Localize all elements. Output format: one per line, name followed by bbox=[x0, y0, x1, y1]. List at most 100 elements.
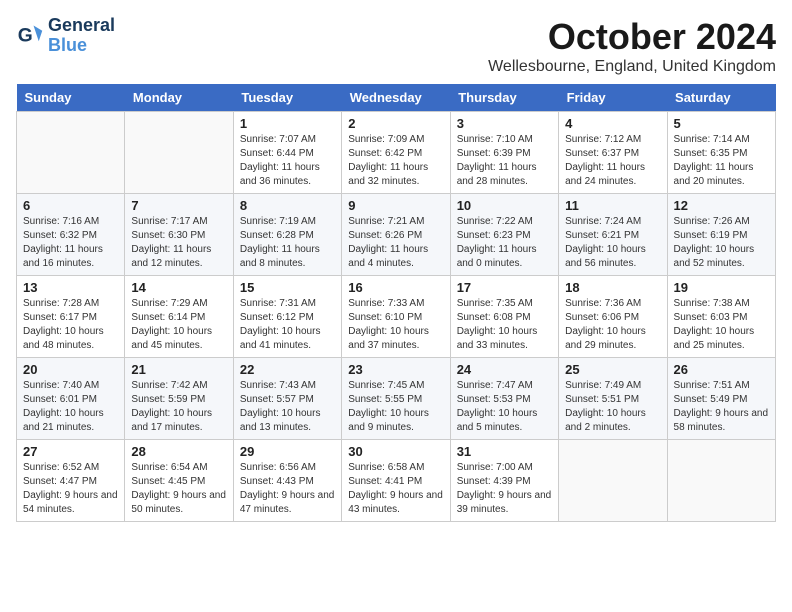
weekday-header-sunday: Sunday bbox=[17, 84, 125, 112]
day-cell: 29 Sunrise: 6:56 AM Sunset: 4:43 PM Dayli… bbox=[233, 440, 341, 522]
day-info: Sunrise: 7:43 AM Sunset: 5:57 PM Dayligh… bbox=[240, 379, 335, 435]
day-cell: 12 Sunrise: 7:26 AM Sunset: 6:19 PM Dayli… bbox=[667, 194, 775, 276]
day-info: Sunrise: 7:36 AM Sunset: 6:06 PM Dayligh… bbox=[565, 297, 660, 353]
weekday-header-thursday: Thursday bbox=[450, 84, 558, 112]
day-info: Sunrise: 7:51 AM Sunset: 5:49 PM Dayligh… bbox=[674, 379, 769, 435]
day-cell: 19Sunrise: 7:38 AM Sunset: 6:03 PM Dayli… bbox=[667, 276, 775, 358]
day-number: 2 bbox=[348, 116, 443, 131]
day-info: Sunrise: 7:49 AM Sunset: 5:51 PM Dayligh… bbox=[565, 379, 660, 435]
day-number: 22 bbox=[240, 362, 335, 377]
day-info: Sunrise: 7:09 AM Sunset: 6:42 PM Dayligh… bbox=[348, 133, 443, 189]
day-cell bbox=[559, 440, 667, 522]
weekday-header-saturday: Saturday bbox=[667, 84, 775, 112]
day-number: 17 bbox=[457, 280, 552, 295]
day-info: Sunrise: 7:07 AM Sunset: 6:44 PM Dayligh… bbox=[240, 133, 335, 189]
day-number: 25 bbox=[565, 362, 660, 377]
day-cell: 28 Sunrise: 6:54 AM Sunset: 4:45 PM Dayli… bbox=[125, 440, 233, 522]
calendar-table: SundayMondayTuesdayWednesdayThursdayFrid… bbox=[16, 84, 776, 522]
weekday-header-tuesday: Tuesday bbox=[233, 84, 341, 112]
day-number: 4 bbox=[565, 116, 660, 131]
logo-text: General Blue bbox=[48, 16, 115, 56]
week-row-1: 1 Sunrise: 7:07 AM Sunset: 6:44 PM Daylig… bbox=[17, 112, 776, 194]
day-number: 24 bbox=[457, 362, 552, 377]
day-number: 6 bbox=[23, 198, 118, 213]
day-cell: 4 Sunrise: 7:12 AM Sunset: 6:37 PM Daylig… bbox=[559, 112, 667, 194]
day-cell: 26 Sunrise: 7:51 AM Sunset: 5:49 PM Dayli… bbox=[667, 358, 775, 440]
day-info: Sunrise: 7:16 AM Sunset: 6:32 PM Dayligh… bbox=[23, 215, 118, 271]
week-row-2: 6 Sunrise: 7:16 AM Sunset: 6:32 PM Daylig… bbox=[17, 194, 776, 276]
day-number: 23 bbox=[348, 362, 443, 377]
day-info: Sunrise: 7:19 AM Sunset: 6:28 PM Dayligh… bbox=[240, 215, 335, 271]
day-cell: 22 Sunrise: 7:43 AM Sunset: 5:57 PM Dayli… bbox=[233, 358, 341, 440]
day-cell: 5Sunrise: 7:14 AM Sunset: 6:35 PM Daylig… bbox=[667, 112, 775, 194]
weekday-header-monday: Monday bbox=[125, 84, 233, 112]
day-cell: 17Sunrise: 7:35 AM Sunset: 6:08 PM Dayli… bbox=[450, 276, 558, 358]
month-title: October 2024 bbox=[488, 16, 776, 58]
day-info: Sunrise: 7:22 AM Sunset: 6:23 PM Dayligh… bbox=[457, 215, 552, 271]
svg-text:G: G bbox=[18, 25, 33, 46]
day-cell: 13 Sunrise: 7:28 AM Sunset: 6:17 PM Dayli… bbox=[17, 276, 125, 358]
day-cell: 24Sunrise: 7:47 AM Sunset: 5:53 PM Dayli… bbox=[450, 358, 558, 440]
day-cell: 27 Sunrise: 6:52 AM Sunset: 4:47 PM Dayli… bbox=[17, 440, 125, 522]
day-info: Sunrise: 7:42 AM Sunset: 5:59 PM Dayligh… bbox=[131, 379, 226, 435]
weekday-header-row: SundayMondayTuesdayWednesdayThursdayFrid… bbox=[17, 84, 776, 112]
day-number: 21 bbox=[131, 362, 226, 377]
day-number: 29 bbox=[240, 444, 335, 459]
day-number: 15 bbox=[240, 280, 335, 295]
day-info: Sunrise: 7:10 AM Sunset: 6:39 PM Dayligh… bbox=[457, 133, 552, 189]
day-cell: 14Sunrise: 7:29 AM Sunset: 6:14 PM Dayli… bbox=[125, 276, 233, 358]
title-block: October 2024 Wellesbourne, England, Unit… bbox=[488, 16, 776, 76]
day-cell: 30 Sunrise: 6:58 AM Sunset: 4:41 PM Dayli… bbox=[342, 440, 450, 522]
day-info: Sunrise: 7:12 AM Sunset: 6:37 PM Dayligh… bbox=[565, 133, 660, 189]
day-info: Sunrise: 6:56 AM Sunset: 4:43 PM Dayligh… bbox=[240, 461, 335, 517]
day-number: 27 bbox=[23, 444, 118, 459]
day-number: 13 bbox=[23, 280, 118, 295]
day-number: 9 bbox=[348, 198, 443, 213]
weekday-header-friday: Friday bbox=[559, 84, 667, 112]
day-cell: 7Sunrise: 7:17 AM Sunset: 6:30 PM Daylig… bbox=[125, 194, 233, 276]
day-cell: 25 Sunrise: 7:49 AM Sunset: 5:51 PM Dayli… bbox=[559, 358, 667, 440]
day-number: 31 bbox=[457, 444, 552, 459]
day-cell: 1 Sunrise: 7:07 AM Sunset: 6:44 PM Daylig… bbox=[233, 112, 341, 194]
day-cell: 9 Sunrise: 7:21 AM Sunset: 6:26 PM Daylig… bbox=[342, 194, 450, 276]
day-number: 26 bbox=[674, 362, 769, 377]
day-info: Sunrise: 7:21 AM Sunset: 6:26 PM Dayligh… bbox=[348, 215, 443, 271]
day-cell: 31 Sunrise: 7:00 AM Sunset: 4:39 PM Dayli… bbox=[450, 440, 558, 522]
day-cell: 6 Sunrise: 7:16 AM Sunset: 6:32 PM Daylig… bbox=[17, 194, 125, 276]
day-number: 18 bbox=[565, 280, 660, 295]
day-info: Sunrise: 7:00 AM Sunset: 4:39 PM Dayligh… bbox=[457, 461, 552, 517]
day-info: Sunrise: 7:24 AM Sunset: 6:21 PM Dayligh… bbox=[565, 215, 660, 271]
weekday-header-wednesday: Wednesday bbox=[342, 84, 450, 112]
day-cell bbox=[125, 112, 233, 194]
day-info: Sunrise: 7:31 AM Sunset: 6:12 PM Dayligh… bbox=[240, 297, 335, 353]
day-number: 20 bbox=[23, 362, 118, 377]
day-number: 30 bbox=[348, 444, 443, 459]
day-cell: 10Sunrise: 7:22 AM Sunset: 6:23 PM Dayli… bbox=[450, 194, 558, 276]
logo: G General Blue bbox=[16, 16, 115, 56]
week-row-3: 13 Sunrise: 7:28 AM Sunset: 6:17 PM Dayli… bbox=[17, 276, 776, 358]
day-number: 12 bbox=[674, 198, 769, 213]
day-cell: 15 Sunrise: 7:31 AM Sunset: 6:12 PM Dayli… bbox=[233, 276, 341, 358]
day-info: Sunrise: 7:14 AM Sunset: 6:35 PM Dayligh… bbox=[674, 133, 769, 189]
day-info: Sunrise: 6:54 AM Sunset: 4:45 PM Dayligh… bbox=[131, 461, 226, 517]
week-row-5: 27 Sunrise: 6:52 AM Sunset: 4:47 PM Dayli… bbox=[17, 440, 776, 522]
day-info: Sunrise: 7:26 AM Sunset: 6:19 PM Dayligh… bbox=[674, 215, 769, 271]
day-cell: 18 Sunrise: 7:36 AM Sunset: 6:06 PM Dayli… bbox=[559, 276, 667, 358]
day-info: Sunrise: 7:29 AM Sunset: 6:14 PM Dayligh… bbox=[131, 297, 226, 353]
day-info: Sunrise: 7:33 AM Sunset: 6:10 PM Dayligh… bbox=[348, 297, 443, 353]
day-cell: 16Sunrise: 7:33 AM Sunset: 6:10 PM Dayli… bbox=[342, 276, 450, 358]
day-info: Sunrise: 7:28 AM Sunset: 6:17 PM Dayligh… bbox=[23, 297, 118, 353]
day-info: Sunrise: 7:38 AM Sunset: 6:03 PM Dayligh… bbox=[674, 297, 769, 353]
day-number: 3 bbox=[457, 116, 552, 131]
day-cell: 3 Sunrise: 7:10 AM Sunset: 6:39 PM Daylig… bbox=[450, 112, 558, 194]
day-info: Sunrise: 7:40 AM Sunset: 6:01 PM Dayligh… bbox=[23, 379, 118, 435]
page-header: G General Blue October 2024 Wellesbourne… bbox=[16, 16, 776, 76]
day-cell: 20 Sunrise: 7:40 AM Sunset: 6:01 PM Dayli… bbox=[17, 358, 125, 440]
day-info: Sunrise: 6:52 AM Sunset: 4:47 PM Dayligh… bbox=[23, 461, 118, 517]
day-cell bbox=[667, 440, 775, 522]
day-number: 1 bbox=[240, 116, 335, 131]
day-info: Sunrise: 6:58 AM Sunset: 4:41 PM Dayligh… bbox=[348, 461, 443, 517]
day-number: 28 bbox=[131, 444, 226, 459]
day-number: 8 bbox=[240, 198, 335, 213]
day-cell: 11Sunrise: 7:24 AM Sunset: 6:21 PM Dayli… bbox=[559, 194, 667, 276]
